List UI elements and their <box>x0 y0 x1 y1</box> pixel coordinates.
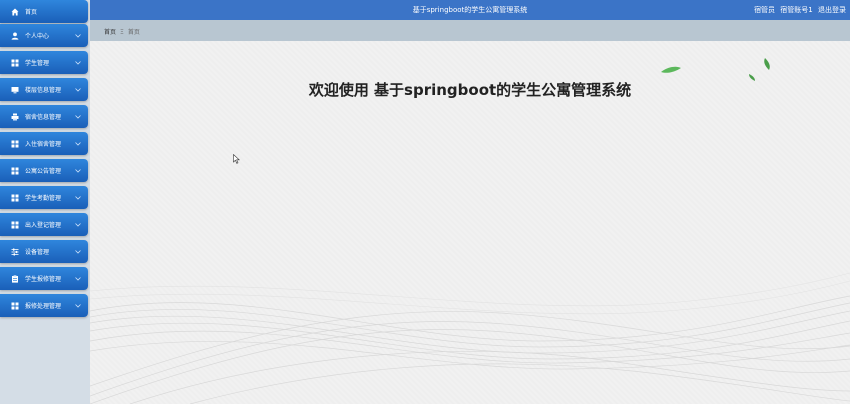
chevron-down-icon <box>74 140 82 148</box>
sidebar-item-label: 设备管理 <box>25 249 50 256</box>
sidebar-item-floor[interactable]: 楼层信息管理 <box>0 78 88 101</box>
logout-link[interactable]: 退出登录 <box>818 6 846 14</box>
grid-icon <box>11 302 19 310</box>
sidebar-item-home[interactable]: 首页 <box>0 0 88 23</box>
printer-icon <box>11 113 19 121</box>
chevron-down-icon <box>74 302 82 310</box>
app-title: 基于springboot的学生公寓管理系统 <box>412 6 528 14</box>
breadcrumb-bar: 首页 Ξ 首页 <box>90 20 850 41</box>
chevron-down-icon <box>74 248 82 256</box>
user-icon <box>11 32 19 40</box>
breadcrumb-current: 首页 <box>127 29 140 36</box>
user-info: 宿管员 宿管账号1 退出登录 <box>751 5 846 15</box>
sidebar-item-repair-process[interactable]: 报修处理管理 <box>0 294 88 317</box>
breadcrumb: 首页 Ξ 首页 <box>104 27 140 36</box>
sidebar-item-label: 首页 <box>25 9 38 16</box>
monitor-icon <box>11 86 19 94</box>
breadcrumb-separator: Ξ <box>120 29 124 36</box>
sidebar-item-label: 学生报修管理 <box>25 276 62 283</box>
user-account: 宿管账号1 <box>780 6 813 14</box>
sidebar-item-label: 楼层信息管理 <box>25 87 62 94</box>
leaf-decoration <box>661 58 770 81</box>
chevron-down-icon <box>74 194 82 202</box>
sidebar-item-access-log[interactable]: 出入登记管理 <box>0 213 88 236</box>
breadcrumb-home-link[interactable]: 首页 <box>104 29 116 36</box>
sliders-icon <box>11 248 19 256</box>
grid-icon <box>11 140 19 148</box>
sidebar-item-label: 出入登记管理 <box>25 222 62 229</box>
sidebar-item-label: 宿舍信息管理 <box>25 114 62 121</box>
sidebar-item-label: 学生管理 <box>25 60 50 67</box>
user-role: 宿管员 <box>754 6 776 14</box>
sidebar-item-label: 学生考勤管理 <box>25 195 62 202</box>
mouse-cursor-icon <box>233 154 240 164</box>
top-bar: 基于springboot的学生公寓管理系统 宿管员 宿管账号1 退出登录 <box>90 0 850 20</box>
chevron-down-icon <box>74 221 82 229</box>
sidebar-item-personal-center[interactable]: 个人中心 <box>0 24 88 47</box>
grid-icon <box>11 194 19 202</box>
grid-icon <box>11 167 19 175</box>
sidebar-item-label: 公寓公告管理 <box>25 168 62 175</box>
sidebar: 首页 个人中心 学生管理 楼层信息管理 宿舍信息管理 入住宿舍管理 公寓公告管理… <box>0 0 90 404</box>
sidebar-item-label: 入住宿舍管理 <box>25 141 62 148</box>
sidebar-item-label: 报修处理管理 <box>25 303 62 310</box>
sidebar-item-dorm-info[interactable]: 宿舍信息管理 <box>0 105 88 128</box>
grid-icon <box>11 59 19 67</box>
sidebar-item-repair-request[interactable]: 学生报修管理 <box>0 267 88 290</box>
sidebar-item-attendance[interactable]: 学生考勤管理 <box>0 186 88 209</box>
sidebar-item-equipment[interactable]: 设备管理 <box>0 240 88 263</box>
chevron-down-icon <box>74 167 82 175</box>
chevron-down-icon <box>74 113 82 121</box>
main-content: 欢迎使用 基于springboot的学生公寓管理系统 <box>90 41 850 404</box>
grid-icon <box>11 221 19 229</box>
sidebar-item-student[interactable]: 学生管理 <box>0 51 88 74</box>
clipboard-icon <box>11 274 19 283</box>
sidebar-item-label: 个人中心 <box>25 33 50 40</box>
chevron-down-icon <box>74 275 82 283</box>
chevron-down-icon <box>74 59 82 67</box>
home-icon <box>11 8 19 16</box>
sidebar-item-checkin[interactable]: 入住宿舍管理 <box>0 132 88 155</box>
chevron-down-icon <box>74 86 82 94</box>
chevron-down-icon <box>74 32 82 40</box>
sidebar-item-announcement[interactable]: 公寓公告管理 <box>0 159 88 182</box>
